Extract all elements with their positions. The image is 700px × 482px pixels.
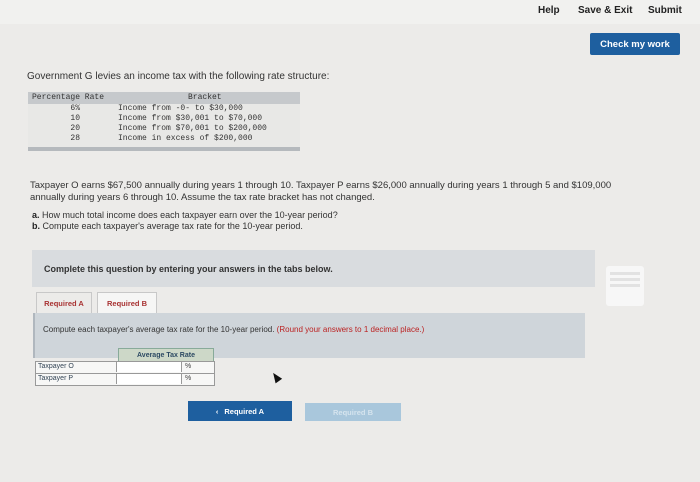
- answer-table-header: Average Tax Rate: [118, 348, 214, 362]
- taxpayer-p-rate-input[interactable]: [116, 374, 182, 384]
- taxpayer-o-rate-input[interactable]: [116, 362, 182, 372]
- rate-cell: 6%: [70, 104, 80, 113]
- table-divider: [28, 147, 300, 151]
- part-b: b. Compute each taxpayer's average tax r…: [32, 221, 338, 232]
- round-note: (Round your answers to 1 decimal place.): [276, 325, 425, 334]
- rate-table-header: Percentage Rate Bracket: [28, 92, 300, 104]
- complete-instruction: Complete this question by entering your …: [44, 264, 333, 274]
- tab-required-b[interactable]: Required B: [97, 292, 157, 314]
- rate-row: 20 Income from $70,001 to $200,000: [28, 124, 300, 134]
- panel-instruction: Compute each taxpayer's average tax rate…: [43, 325, 424, 334]
- bracket-cell: Income from $70,001 to $200,000: [118, 124, 267, 133]
- side-scroll-widget[interactable]: [606, 266, 644, 306]
- part-b-marker: b.: [32, 221, 40, 231]
- percent-unit: %: [185, 363, 192, 370]
- part-a-text: How much total income does each taxpayer…: [42, 210, 338, 220]
- rate-structure-table: Percentage Rate Bracket 6% Income from -…: [28, 92, 300, 151]
- row-label: Taxpayer P: [38, 375, 74, 382]
- question-panel: Compute each taxpayer's average tax rate…: [33, 313, 585, 358]
- rate-cell: 28: [70, 134, 80, 143]
- row-label: Taxpayer O: [38, 363, 74, 370]
- save-exit-button[interactable]: Save & Exit: [578, 5, 632, 16]
- percent-unit: %: [185, 375, 192, 382]
- part-b-text: Compute each taxpayer's average tax rate…: [42, 221, 303, 231]
- submit-button[interactable]: Submit: [648, 5, 682, 16]
- check-my-work-button[interactable]: Check my work: [590, 33, 680, 55]
- rate-col-header: Percentage Rate: [32, 93, 105, 102]
- part-a: a. How much total income does each taxpa…: [32, 210, 338, 221]
- part-a-marker: a.: [32, 210, 40, 220]
- rate-cell: 20: [70, 124, 80, 133]
- panel-instruction-text: Compute each taxpayer's average tax rate…: [43, 325, 275, 334]
- top-bar: Help Save & Exit Submit: [0, 0, 700, 24]
- table-row: Taxpayer P %: [35, 373, 215, 386]
- rate-row: 10 Income from $30,001 to $70,000: [28, 114, 300, 124]
- bracket-col-header: Bracket: [188, 93, 222, 102]
- rate-row: 6% Income from -0- to $30,000: [28, 104, 300, 114]
- prev-button-label: Required A: [224, 406, 265, 416]
- chevron-left-icon: ‹: [215, 406, 219, 416]
- help-button[interactable]: Help: [538, 5, 560, 16]
- scenario-text: Taxpayer O earns $67,500 annually during…: [30, 180, 612, 203]
- prev-required-a-button[interactable]: ‹ Required A: [188, 401, 292, 421]
- rate-cell: 10: [70, 114, 80, 123]
- question-parts: a. How much total income does each taxpa…: [32, 210, 338, 232]
- complete-instruction-bar: Complete this question by entering your …: [32, 250, 595, 287]
- tab-required-a[interactable]: Required A: [36, 292, 92, 314]
- rate-row: 28 Income in excess of $200,000: [28, 134, 300, 144]
- bracket-cell: Income from -0- to $30,000: [118, 104, 243, 113]
- question-intro: Government G levies an income tax with t…: [27, 71, 330, 82]
- bracket-cell: Income in excess of $200,000: [118, 134, 253, 143]
- bracket-cell: Income from $30,001 to $70,000: [118, 114, 263, 123]
- next-required-b-button[interactable]: Required B: [305, 403, 401, 421]
- mouse-cursor-icon: [269, 370, 283, 384]
